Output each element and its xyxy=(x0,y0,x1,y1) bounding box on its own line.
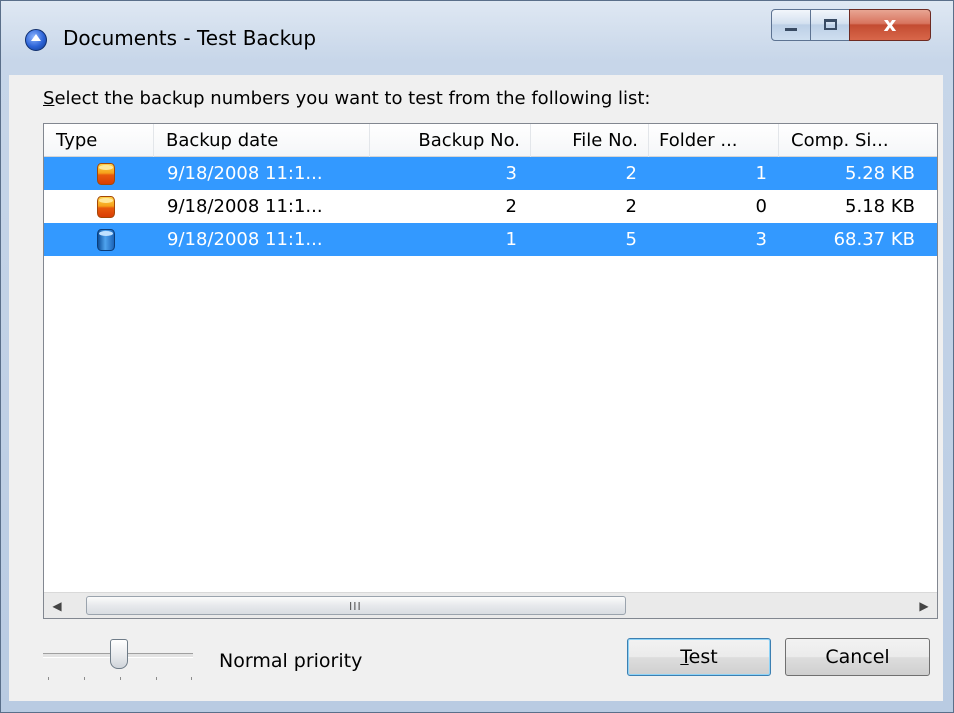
date-cell: 9/18/2008 11:1... xyxy=(167,163,323,184)
maximize-icon xyxy=(824,19,837,30)
column-header-comp-size[interactable]: Comp. Si... xyxy=(779,124,937,157)
incremental-backup-icon xyxy=(97,163,115,185)
dialog-window: Documents - Test Backup x Select the bac… xyxy=(0,0,954,713)
dialog-body: Select the backup numbers you want to te… xyxy=(9,75,943,701)
close-button[interactable]: x xyxy=(849,9,931,41)
test-accesskey: T xyxy=(680,646,689,668)
scroll-right-arrow-icon[interactable]: ▶ xyxy=(911,593,937,618)
minimize-icon xyxy=(785,28,797,31)
scroll-left-arrow-icon[interactable]: ◀ xyxy=(44,593,70,618)
column-header-backup-date[interactable]: Backup date xyxy=(154,124,370,157)
close-icon: x xyxy=(883,12,897,36)
cancel-button[interactable]: Cancel xyxy=(785,638,930,676)
comp-size-cell: 68.37 KB xyxy=(833,229,915,250)
priority-slider[interactable] xyxy=(43,637,197,683)
app-icon xyxy=(25,29,47,51)
maximize-button[interactable] xyxy=(810,9,850,41)
type-cell xyxy=(44,157,154,190)
instruction-accesskey: S xyxy=(43,88,55,109)
slider-tick xyxy=(191,677,192,680)
comp-size-cell: 5.28 KB xyxy=(845,163,915,184)
horizontal-scrollbar[interactable]: ◀ III ▶ xyxy=(44,592,937,618)
list-header: Type Backup date Backup No. File No. Fol… xyxy=(44,124,937,157)
column-header-file-no[interactable]: File No. xyxy=(531,124,649,157)
instruction-label: Select the backup numbers you want to te… xyxy=(43,88,651,109)
backup-no-cell: 2 xyxy=(505,196,517,217)
test-button-label: est xyxy=(688,646,718,668)
file-no-cell: 2 xyxy=(625,196,637,217)
scrollbar-grip-icon: III xyxy=(349,600,362,613)
slider-thumb[interactable] xyxy=(110,639,128,669)
instruction-text: elect the backup numbers you want to tes… xyxy=(54,88,651,109)
column-header-type[interactable]: Type xyxy=(44,124,154,157)
test-button[interactable]: Test xyxy=(627,638,771,676)
folder-no-cell: 3 xyxy=(755,229,767,250)
type-cell xyxy=(44,190,154,223)
backup-no-cell: 3 xyxy=(505,163,517,184)
column-header-backup-no[interactable]: Backup No. xyxy=(370,124,531,157)
incremental-backup-icon xyxy=(97,196,115,218)
backup-list[interactable]: Type Backup date Backup No. File No. Fol… xyxy=(43,123,938,619)
slider-tick xyxy=(48,677,49,680)
file-no-cell: 2 xyxy=(625,163,637,184)
slider-tick xyxy=(156,677,157,680)
table-row[interactable]: 9/18/2008 11:1... 3 2 1 5.28 KB xyxy=(44,157,937,190)
slider-tick xyxy=(120,677,121,680)
priority-label: Normal priority xyxy=(219,650,363,672)
backup-no-cell: 1 xyxy=(505,229,517,250)
table-row[interactable]: 9/18/2008 11:1... 2 2 0 5.18 KB xyxy=(44,190,937,223)
file-no-cell: 5 xyxy=(625,229,637,250)
folder-no-cell: 1 xyxy=(755,163,767,184)
minimize-button[interactable] xyxy=(771,9,811,41)
type-cell xyxy=(44,223,154,256)
column-header-folder-no[interactable]: Folder ... xyxy=(649,124,779,157)
full-backup-icon xyxy=(97,229,115,251)
date-cell: 9/18/2008 11:1... xyxy=(167,196,323,217)
scrollbar-thumb[interactable]: III xyxy=(86,596,626,615)
table-row[interactable]: 9/18/2008 11:1... 1 5 3 68.37 KB xyxy=(44,223,937,256)
folder-no-cell: 0 xyxy=(755,196,767,217)
window-title: Documents - Test Backup xyxy=(63,26,317,50)
comp-size-cell: 5.18 KB xyxy=(845,196,915,217)
slider-tick xyxy=(84,677,85,680)
title-bar[interactable]: Documents - Test Backup x xyxy=(1,1,953,75)
date-cell: 9/18/2008 11:1... xyxy=(167,229,323,250)
